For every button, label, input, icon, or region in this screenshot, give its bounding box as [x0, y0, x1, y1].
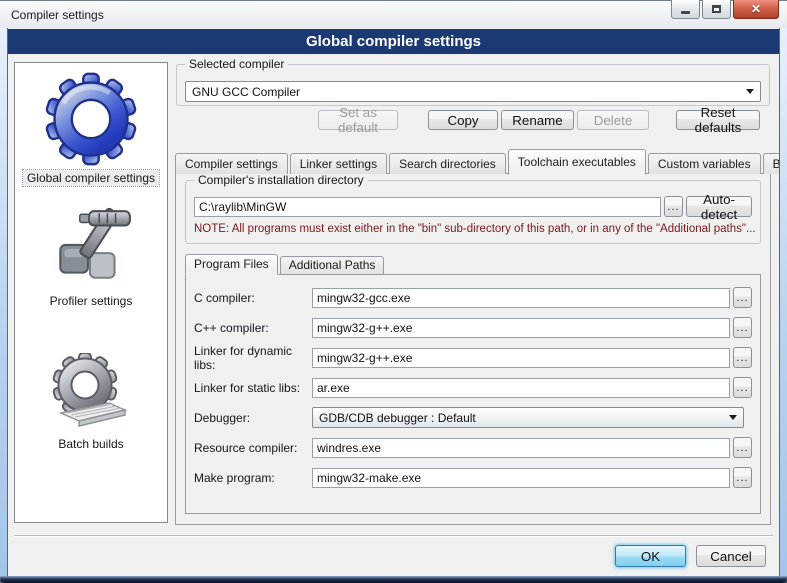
- field-row-cpp-compiler: C++ compiler: ...: [194, 317, 752, 338]
- dialog-client-area: Global compiler settings: [8, 28, 779, 576]
- chevron-down-icon: [746, 89, 754, 94]
- field-row-linker-dynamic: Linker for dynamic libs: ...: [194, 347, 752, 368]
- maximize-button[interactable]: [702, 0, 731, 19]
- sidebar-item-global-compiler-settings[interactable]: Global compiler settings: [15, 71, 167, 186]
- field-label: Debugger:: [194, 411, 312, 425]
- field-row-resource-compiler: Resource compiler: ...: [194, 437, 752, 458]
- installation-directory-row: ... Auto-detect: [194, 196, 752, 217]
- field-label: Resource compiler:: [194, 441, 312, 455]
- settings-category-sidebar: Global compiler settings: [14, 62, 168, 523]
- make-program-input[interactable]: [312, 468, 730, 488]
- compiler-settings-dialog: Compiler settings ✕ Global compiler sett…: [0, 0, 787, 583]
- close-icon: ✕: [751, 3, 761, 15]
- field-row-c-compiler: C compiler: ...: [194, 287, 752, 308]
- sidebar-item-label: Global compiler settings: [23, 170, 159, 186]
- toolchain-executables-panel: Compiler's installation directory ... Au…: [175, 173, 771, 525]
- footer-separator: [14, 535, 773, 537]
- compiler-action-buttons: Set as default Copy Rename Delete Reset …: [175, 110, 771, 130]
- sidebar-item-batch-builds[interactable]: Batch builds: [15, 353, 167, 452]
- ok-button[interactable]: OK: [615, 545, 686, 567]
- field-label: Linker for dynamic libs:: [194, 344, 312, 372]
- copy-button[interactable]: Copy: [428, 110, 498, 130]
- linker-static-browse-button[interactable]: ...: [733, 377, 752, 398]
- page-title: Global compiler settings: [8, 29, 779, 54]
- maximize-icon: [712, 5, 721, 13]
- profiler-caliper-icon: [48, 204, 134, 290]
- window-frame-right: [779, 28, 787, 583]
- tab-toolchain-executables[interactable]: Toolchain executables: [508, 149, 646, 175]
- installation-directory-browse-button[interactable]: ...: [664, 196, 683, 217]
- window-frame-bottom: [0, 576, 787, 583]
- settings-main-area: Selected compiler GNU GCC Compiler Set a…: [175, 64, 771, 564]
- chevron-down-icon: [729, 415, 737, 420]
- field-row-linker-static: Linker for static libs: ...: [194, 377, 752, 398]
- c-compiler-browse-button[interactable]: ...: [733, 287, 752, 308]
- linker-static-input[interactable]: [312, 378, 730, 398]
- auto-detect-button[interactable]: Auto-detect: [686, 196, 752, 217]
- cpp-compiler-input[interactable]: [312, 318, 730, 338]
- cancel-button[interactable]: Cancel: [696, 545, 766, 567]
- window-title: Compiler settings: [11, 8, 104, 22]
- set-as-default-button[interactable]: Set as default: [318, 110, 398, 130]
- delete-button[interactable]: Delete: [577, 110, 649, 130]
- compiler-select-value: GNU GCC Compiler: [192, 85, 300, 99]
- tab-custom-variables[interactable]: Custom variables: [648, 153, 761, 174]
- resource-compiler-input[interactable]: [312, 438, 730, 458]
- settings-tabstrip: Compiler settings Linker settings Search…: [175, 146, 771, 174]
- reset-defaults-button[interactable]: Reset defaults: [676, 110, 760, 130]
- close-button[interactable]: ✕: [733, 0, 779, 19]
- batch-builds-gear-icon: [51, 353, 131, 433]
- field-row-debugger: Debugger: GDB/CDB debugger : Default: [194, 407, 752, 428]
- blue-gear-icon: [43, 71, 139, 167]
- linker-dynamic-browse-button[interactable]: ...: [733, 347, 752, 368]
- rename-button[interactable]: Rename: [501, 110, 574, 130]
- cpp-compiler-browse-button[interactable]: ...: [733, 317, 752, 338]
- field-label: C compiler:: [194, 291, 312, 305]
- subtab-additional-paths[interactable]: Additional Paths: [280, 256, 385, 274]
- tab-linker-settings[interactable]: Linker settings: [290, 153, 387, 174]
- installation-directory-group: Compiler's installation directory ... Au…: [185, 180, 761, 244]
- installation-directory-input[interactable]: [194, 197, 661, 217]
- installation-directory-note: NOTE: All programs must exist either in …: [194, 223, 756, 235]
- minimize-icon: [681, 11, 690, 14]
- debugger-select[interactable]: GDB/CDB debugger : Default: [312, 407, 744, 428]
- debugger-select-value: GDB/CDB debugger : Default: [319, 411, 476, 425]
- dialog-footer-buttons: OK Cancel: [615, 545, 766, 567]
- window-frame-left: [0, 28, 8, 583]
- field-label: Linker for static libs:: [194, 381, 312, 395]
- minimize-button[interactable]: [671, 0, 700, 19]
- linker-dynamic-input[interactable]: [312, 348, 730, 368]
- field-label: C++ compiler:: [194, 321, 312, 335]
- subtab-program-files[interactable]: Program Files: [185, 254, 278, 275]
- tab-search-directories[interactable]: Search directories: [389, 153, 506, 174]
- field-label: Make program:: [194, 471, 312, 485]
- selected-compiler-group: Selected compiler GNU GCC Compiler: [176, 64, 770, 106]
- window-controls: ✕: [669, 0, 779, 19]
- sidebar-item-profiler-settings[interactable]: Profiler settings: [15, 204, 167, 309]
- c-compiler-input[interactable]: [312, 288, 730, 308]
- resource-compiler-browse-button[interactable]: ...: [733, 437, 752, 458]
- selected-compiler-group-label: Selected compiler: [185, 57, 288, 71]
- installation-directory-group-label: Compiler's installation directory: [194, 173, 368, 187]
- field-row-make-program: Make program: ...: [194, 467, 752, 488]
- sidebar-item-label: Profiler settings: [46, 293, 137, 309]
- make-program-browse-button[interactable]: ...: [733, 467, 752, 488]
- program-files-subtabs: Program Files Additional Paths: [185, 254, 386, 274]
- program-files-panel: C compiler: ... C++ compiler: ... Linker…: [185, 274, 761, 514]
- compiler-select[interactable]: GNU GCC Compiler: [185, 81, 761, 102]
- sidebar-item-label: Batch builds: [54, 436, 127, 452]
- tab-compiler-settings[interactable]: Compiler settings: [175, 153, 288, 174]
